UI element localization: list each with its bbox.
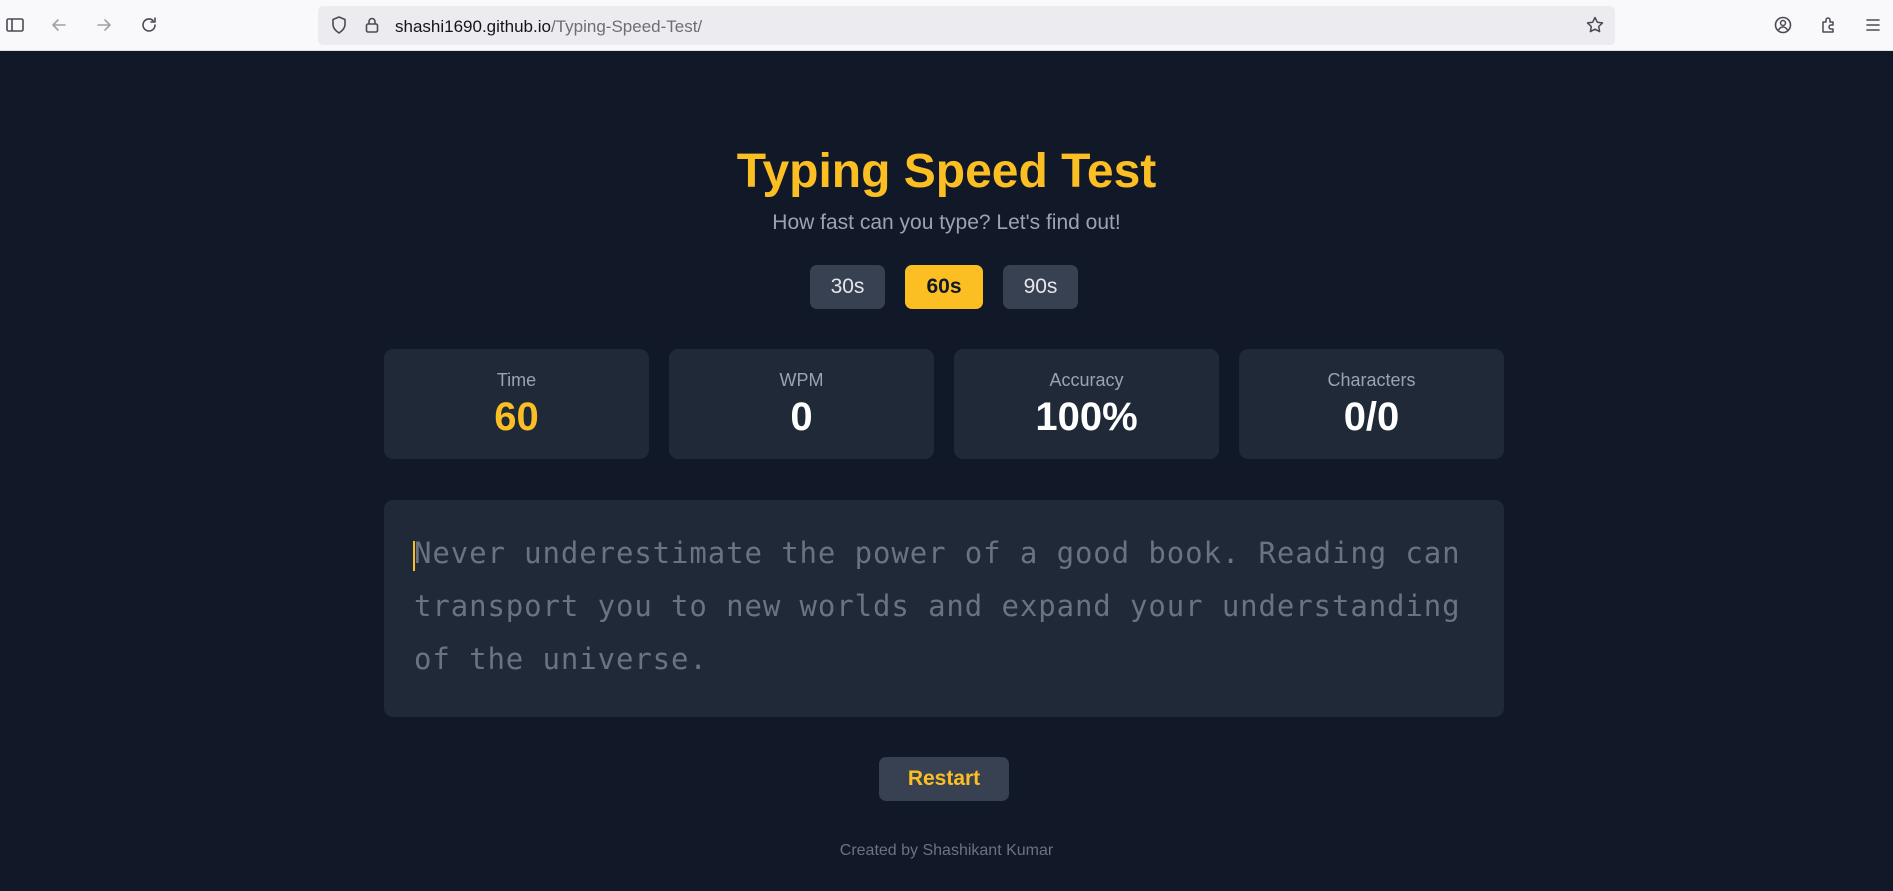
page-title: Typing Speed Test [736,145,1157,198]
account-icon[interactable] [1770,12,1796,38]
menu-icon[interactable] [1860,12,1886,38]
url-domain: shashi1690.github.io [395,17,551,36]
stat-card-time: Time 60 [384,349,649,459]
extensions-icon[interactable] [1816,12,1842,38]
stat-value-wpm: 0 [790,395,813,439]
duration-60s-button[interactable]: 60s [905,265,983,309]
footer-credit: Created by Shashikant Kumar [839,842,1054,859]
reload-icon[interactable] [136,12,162,38]
bookmark-star-icon[interactable] [1582,12,1608,38]
duration-30s-button[interactable]: 30s [810,265,885,309]
lock-icon[interactable] [359,12,385,38]
page-subtitle: How fast can you type? Let's find out! [772,211,1121,234]
typing-text-area[interactable]: Never underestimate the power of a good … [384,500,1504,717]
stat-label: WPM [779,370,824,390]
browser-toolbar: shashi1690.github.io/Typing-Speed-Test/ [0,0,1893,51]
stat-label: Characters [1327,370,1416,390]
duration-90s-button[interactable]: 90s [1003,265,1078,309]
typing-prompt-text: Never underestimate the power of a good … [414,536,1461,676]
stat-value-time: 60 [494,395,539,439]
address-bar[interactable]: shashi1690.github.io/Typing-Speed-Test/ [318,6,1615,45]
stat-card-accuracy: Accuracy 100% [954,349,1219,459]
stat-value-accuracy: 100% [1035,395,1138,439]
back-icon[interactable] [46,12,72,38]
sidebar-icon[interactable] [2,12,28,38]
stat-label: Accuracy [1049,370,1124,390]
forward-icon[interactable] [91,12,117,38]
stat-value-characters: 0/0 [1343,395,1400,439]
shield-icon[interactable] [326,12,352,38]
restart-button[interactable]: Restart [879,757,1009,801]
url-text[interactable]: shashi1690.github.io/Typing-Speed-Test/ [395,17,702,37]
stat-card-characters: Characters 0/0 [1239,349,1504,459]
stat-card-wpm: WPM 0 [669,349,934,459]
url-path: /Typing-Speed-Test/ [550,17,703,36]
stat-label: Time [496,370,537,390]
